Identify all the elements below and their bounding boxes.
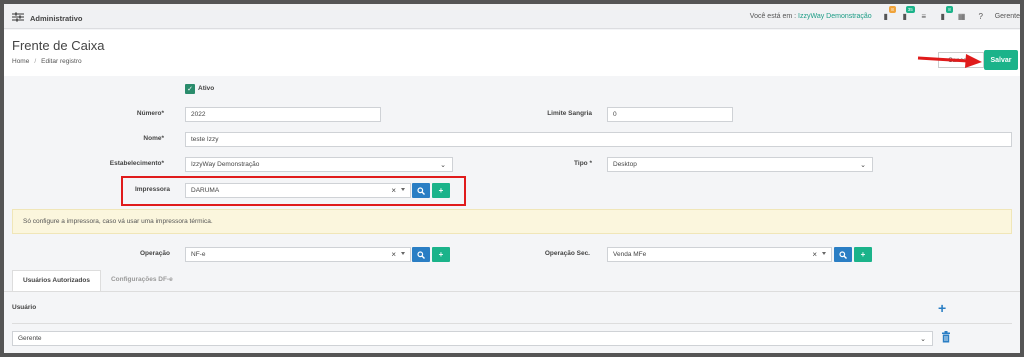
- sliders-icon[interactable]: [12, 12, 24, 24]
- page-header: [4, 30, 1020, 76]
- usuario-select[interactable]: Gerente ⌄: [12, 331, 933, 346]
- search-icon: [417, 250, 425, 259]
- breadcrumb-current: Editar registro: [41, 58, 82, 65]
- chevron-down-icon: ⌄: [860, 162, 866, 169]
- caret-down-icon: [401, 188, 405, 191]
- tipo-select[interactable]: Desktop ⌄: [607, 157, 873, 172]
- estabelecimento-value: IzzyWay Demonstração: [191, 161, 260, 168]
- top-right-area: Você está em : IzzyWay Demonstração ▮ 8 ▮…: [750, 6, 1020, 21]
- impressora-label: Impressora: [134, 186, 170, 193]
- stats-icon[interactable]: ▮ 8: [881, 6, 896, 21]
- impressora-search-button[interactable]: [412, 183, 430, 198]
- tasks-icon[interactable]: ▮ 8: [938, 6, 953, 21]
- help-icon[interactable]: ?: [976, 11, 986, 21]
- notification-badge: 8: [889, 6, 896, 13]
- tab-usuarios-autorizados[interactable]: Usuários Autorizados: [12, 270, 101, 291]
- caret-down-icon: [401, 252, 405, 255]
- notification-badge: 8: [946, 6, 953, 13]
- usuario-column-header: Usuário: [12, 304, 37, 311]
- operacao-search-button[interactable]: [412, 247, 430, 262]
- search-icon: [839, 250, 847, 259]
- breadcrumb: Home / Editar registro: [12, 58, 82, 65]
- usuario-value: Gerente: [18, 335, 42, 342]
- tipo-value: Desktop: [613, 161, 637, 168]
- ativo-label: Ativo: [198, 85, 215, 92]
- operacao-sec-value: Venda MFe: [613, 251, 647, 258]
- divider: [12, 323, 1012, 324]
- search-icon: [417, 186, 425, 195]
- app-window: Administrativo Você está em : IzzyWay De…: [4, 4, 1020, 353]
- location-indicator: Você está em : IzzyWay Demonstração: [750, 13, 872, 20]
- operacao-sec-add-button[interactable]: +: [854, 247, 872, 262]
- operacao-sec-select[interactable]: Venda MFe ×: [607, 247, 832, 262]
- location-link[interactable]: IzzyWay Demonstração: [798, 13, 872, 20]
- impressora-value: DARUMA: [191, 187, 220, 194]
- limite-sangria-input[interactable]: 0: [607, 107, 733, 122]
- printer-alert: Só configure a impressora, caso vá usar …: [12, 209, 1012, 234]
- nome-input[interactable]: teste Izzy: [185, 132, 1012, 147]
- add-user-icon[interactable]: +: [938, 301, 946, 315]
- impressora-add-button[interactable]: +: [432, 183, 450, 198]
- operacao-value: NF-e: [191, 251, 206, 258]
- impressora-select[interactable]: DARUMA ×: [185, 183, 411, 198]
- chart-icon[interactable]: ▮ 35: [900, 6, 915, 21]
- nome-label: Nome*: [143, 135, 164, 142]
- clear-icon[interactable]: ×: [391, 250, 396, 259]
- tipo-label: Tipo *: [574, 160, 592, 167]
- list-icon[interactable]: ≡: [919, 11, 929, 21]
- chevron-down-icon: ⌄: [440, 162, 446, 169]
- breadcrumb-separator: /: [34, 58, 37, 65]
- limite-sangria-label: Limite Sangria: [547, 110, 592, 117]
- operacao-select[interactable]: NF-e ×: [185, 247, 411, 262]
- numero-input[interactable]: 2022: [185, 107, 381, 122]
- operacao-sec-label: Operação Sec.: [544, 250, 590, 257]
- numero-label: Número*: [136, 110, 164, 117]
- breadcrumb-home[interactable]: Home: [12, 58, 29, 65]
- clear-icon[interactable]: ×: [812, 250, 817, 259]
- save-button[interactable]: Salvar: [984, 50, 1018, 70]
- calendar-icon[interactable]: ▦: [957, 11, 967, 21]
- tab-configuracoes-dfe[interactable]: Configurações DF-e: [101, 270, 183, 291]
- page-title: Frente de Caixa: [12, 38, 105, 53]
- operacao-label: Operação: [140, 250, 170, 257]
- brand: Administrativo: [12, 12, 83, 24]
- operacao-sec-search-button[interactable]: [834, 247, 852, 262]
- caret-down-icon: [822, 252, 826, 255]
- estabelecimento-label: Estabelecimento*: [109, 160, 164, 167]
- red-arrow-annotation: [916, 50, 982, 72]
- ativo-checkbox[interactable]: ✓: [185, 84, 195, 94]
- user-menu[interactable]: Gerente: [995, 13, 1020, 20]
- location-prefix: Você está em :: [749, 12, 797, 20]
- tab-bar: Usuários Autorizados Configurações DF-e: [12, 270, 183, 291]
- clear-icon[interactable]: ×: [391, 186, 396, 195]
- operacao-add-button[interactable]: +: [432, 247, 450, 262]
- notification-badge: 35: [905, 6, 915, 13]
- chevron-down-icon: ⌄: [920, 336, 926, 343]
- estabelecimento-select[interactable]: IzzyWay Demonstração ⌄: [185, 157, 453, 172]
- app-title: Administrativo: [30, 13, 83, 23]
- trash-icon[interactable]: [941, 331, 951, 345]
